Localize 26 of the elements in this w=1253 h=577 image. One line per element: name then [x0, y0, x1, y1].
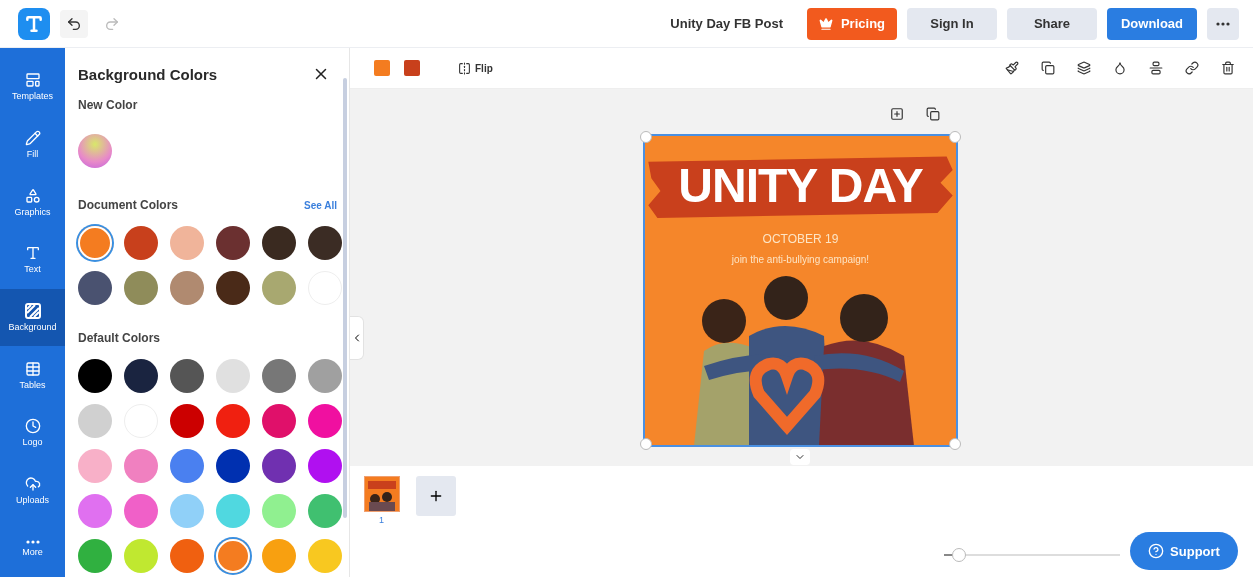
sidebar-item[interactable]: Tables	[0, 346, 65, 405]
download-button[interactable]: Download	[1107, 7, 1197, 40]
sidebar-item[interactable]: More	[0, 519, 65, 577]
section-label: Default Colors	[78, 331, 160, 345]
sidebar-item[interactable]: Uploads	[0, 461, 65, 520]
sidebar-item[interactable]: Text	[0, 231, 65, 289]
sidebar-item[interactable]: Templates	[0, 58, 65, 116]
poster-design[interactable]: UNITY DAY OCTOBER 19 join the anti-bullying campaign!	[644, 136, 957, 446]
sidebar-item[interactable]: Logo	[0, 404, 65, 462]
poster-title: UNITY DAY	[648, 154, 953, 218]
toolbar-button[interactable]: Sign In	[907, 7, 997, 40]
section-label: New Color	[78, 98, 138, 112]
page-number: 1	[379, 515, 384, 525]
see-all-link[interactable]: See All	[304, 199, 337, 211]
panel-title: Background Colors	[78, 65, 218, 83]
sidebar-item[interactable]: Fill	[0, 115, 65, 174]
poster-date: OCTOBER 19	[762, 232, 839, 246]
poster-tagline: join the anti-bullying campaign!	[731, 254, 870, 265]
pricing-button[interactable]: Pricing	[807, 7, 897, 40]
sidebar-item[interactable]: Background	[0, 288, 65, 347]
toolbar-button[interactable]: Share	[1007, 7, 1097, 40]
support-button[interactable]: Support	[1130, 532, 1238, 570]
flip-button[interactable]: Flip	[458, 61, 493, 75]
section-label: Document Colors	[78, 198, 178, 212]
sidebar-item[interactable]: Graphics	[0, 173, 65, 231]
document-title: Unity Day FB Post	[670, 16, 783, 31]
